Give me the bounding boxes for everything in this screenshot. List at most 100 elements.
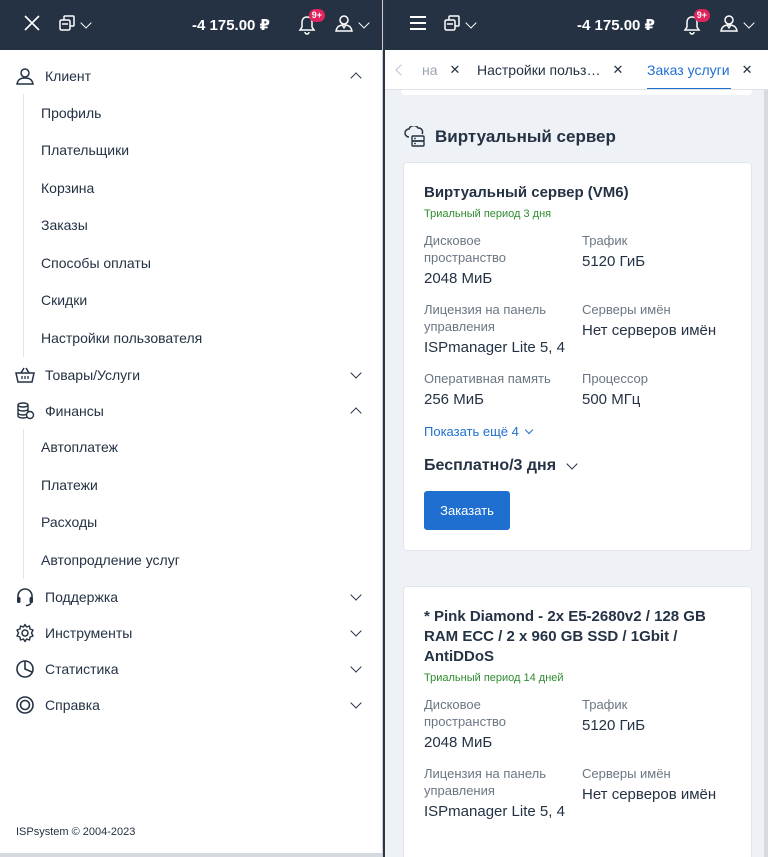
chevron-down-icon (465, 17, 477, 29)
spec-item: Серверы имён Нет серверов имён (582, 765, 732, 820)
copyright-footer: ISPsystem © 2004-2023 (16, 826, 136, 838)
window-switcher-button[interactable] (56, 0, 92, 50)
user-menu-button[interactable] (334, 0, 370, 50)
tariff-title: * Pink Diamond - 2x E5-2680v2 / 128 GB R… (424, 608, 706, 665)
sidebar-group-statistics-header[interactable]: Статистика (0, 651, 382, 687)
spec-value: 2048 МиБ (424, 270, 493, 287)
chevron-down-icon (350, 660, 362, 673)
sidebar-item-auto-renewal[interactable]: Автопродление услуг (24, 541, 382, 579)
previous-card-edge (401, 90, 752, 95)
spec-item: Серверы имён Нет серверов имён (582, 301, 732, 356)
horizontal-scrollbar[interactable] (0, 853, 382, 857)
sidebar-item-expenses[interactable]: Расходы (24, 504, 382, 542)
sidebar-group-label: Товары/Услуги (45, 366, 141, 383)
chevron-down-icon (350, 624, 362, 637)
menu-toggle-button[interactable] (407, 0, 429, 50)
sidebar-group-label: Справка (45, 696, 100, 713)
chevron-down-icon (524, 425, 534, 435)
price-period-select[interactable]: Бесплатно/3 дня (424, 457, 731, 475)
tariff-title: Виртуальный сервер (VM6) (424, 184, 629, 201)
sidebar-item-user-settings[interactable]: Настройки пользователя (24, 319, 382, 357)
spec-item: Лицензия на панель управления ISPmanager… (424, 301, 582, 356)
spec-label: Трафик (582, 697, 628, 712)
tariff-specs: Дисковое пространство 2048 МиБ Трафик 51… (424, 696, 731, 820)
chevron-up-icon (350, 72, 362, 84)
sidebar-group-finance-header[interactable]: Финансы (0, 393, 382, 429)
sidebar-group-label: Клиент (45, 68, 92, 84)
spec-label: Серверы имён (582, 766, 671, 781)
spec-value: 5120 ГиБ (582, 717, 646, 734)
tab-label: Настройки польз… (477, 62, 601, 78)
close-icon[interactable]: ✕ (612, 62, 623, 78)
sidebar-group-products-header[interactable]: Товары/Услуги (0, 357, 382, 393)
chevron-down-icon (350, 366, 362, 379)
right-topbar: -4 175.00 ₽ 9+ (385, 0, 768, 50)
show-more-label: Показать ещё 4 (424, 424, 519, 439)
order-button[interactable]: Заказать (424, 491, 510, 530)
tab-label: на (422, 62, 438, 78)
sidebar-item-orders[interactable]: Заказы (24, 207, 382, 245)
sidebar-subitems: Автоплатеж Платежи Расходы Автопродление… (23, 428, 382, 579)
basket-icon (14, 364, 36, 386)
notifications-button[interactable]: 9+ (296, 0, 325, 50)
tab-order-service[interactable]: Заказ услуги ✕ (647, 50, 753, 89)
chevron-down-icon (80, 17, 92, 29)
sidebar-group-help-header[interactable]: Справка (0, 687, 382, 723)
spec-label: Процессор (582, 371, 648, 386)
tab-label: Заказ услуги (647, 62, 730, 78)
sidebar-group-tools-header[interactable]: Инструменты (0, 615, 382, 651)
show-more-link[interactable]: Показать ещё 4 (424, 424, 731, 439)
windows-icon (58, 14, 76, 37)
notification-badge: 9+ (693, 9, 710, 22)
tab-bar: на ✕ Настройки польз… ✕ Заказ услуги ✕ (385, 50, 768, 90)
spec-label: Дисковое пространство (424, 697, 507, 729)
chevron-up-icon (350, 406, 362, 419)
spec-item: Трафик 5120 ГиБ (582, 696, 732, 751)
sidebar-item-profile[interactable]: Профиль (24, 94, 382, 132)
sidebar-group-support: Поддержка (0, 579, 382, 615)
close-icon[interactable]: ✕ (450, 62, 461, 78)
order-content: Виртуальный сервер Виртуальный сервер (V… (385, 90, 768, 857)
headset-icon (14, 586, 36, 608)
spec-value: Нет серверов имён (582, 322, 717, 339)
spec-label: Лицензия на панель управления (424, 302, 547, 334)
sidebar-item-cart[interactable]: Корзина (24, 169, 382, 207)
tab-user-settings[interactable]: Настройки польз… ✕ (477, 50, 623, 89)
sidebar-group-label: Поддержка (45, 588, 119, 605)
spec-value: 5120 ГиБ (582, 253, 646, 270)
sidebar-menu: Клиент Профиль Плательщики Корзина Заказ… (0, 50, 382, 723)
close-icon[interactable]: ✕ (742, 62, 753, 78)
user-menu-button[interactable] (719, 0, 755, 50)
tab-previous[interactable]: на ✕ (422, 50, 461, 89)
sidebar-item-autopayment[interactable]: Автоплатеж (24, 429, 382, 467)
spec-item: Процессор 500 МГц (582, 370, 732, 408)
balance[interactable]: -4 175.00 ₽ (577, 0, 655, 50)
chevron-down-icon (358, 17, 370, 29)
chevron-left-icon[interactable] (395, 64, 407, 76)
sidebar-item-payments[interactable]: Платежи (24, 466, 382, 504)
window-switcher-button[interactable] (441, 0, 477, 50)
spec-label: Трафик (582, 233, 628, 248)
hamburger-icon (409, 15, 427, 36)
spec-item: Дисковое пространство 2048 МиБ (424, 696, 582, 751)
close-menu-button[interactable] (18, 0, 46, 50)
spec-item: Дисковое пространство 2048 МиБ (424, 232, 582, 287)
chevron-down-icon (743, 17, 755, 29)
tariff-card: * Pink Diamond - 2x E5-2680v2 / 128 GB R… (403, 586, 752, 857)
balance[interactable]: -4 175.00 ₽ (192, 0, 270, 50)
sidebar-pane: -4 175.00 ₽ 9+ Клиент Профиль Плательщик… (0, 0, 383, 857)
sidebar-group-support-header[interactable]: Поддержка (0, 579, 382, 615)
vertical-scrollbar[interactable] (764, 90, 768, 857)
price-label: Бесплатно/3 дня (424, 457, 557, 474)
sidebar-group-help: Справка (0, 687, 382, 723)
sidebar-item-discounts[interactable]: Скидки (24, 282, 382, 320)
notifications-button[interactable]: 9+ (681, 0, 710, 50)
user-icon (334, 13, 354, 38)
sidebar-item-payment-methods[interactable]: Способы оплаты (24, 244, 382, 282)
sidebar-group-client-header[interactable]: Клиент (0, 58, 382, 94)
bell-icon: 9+ (683, 9, 710, 35)
lifebuoy-icon (14, 694, 36, 716)
notification-badge: 9+ (308, 9, 325, 22)
sidebar-item-payers[interactable]: Плательщики (24, 132, 382, 170)
user-icon (719, 13, 739, 38)
